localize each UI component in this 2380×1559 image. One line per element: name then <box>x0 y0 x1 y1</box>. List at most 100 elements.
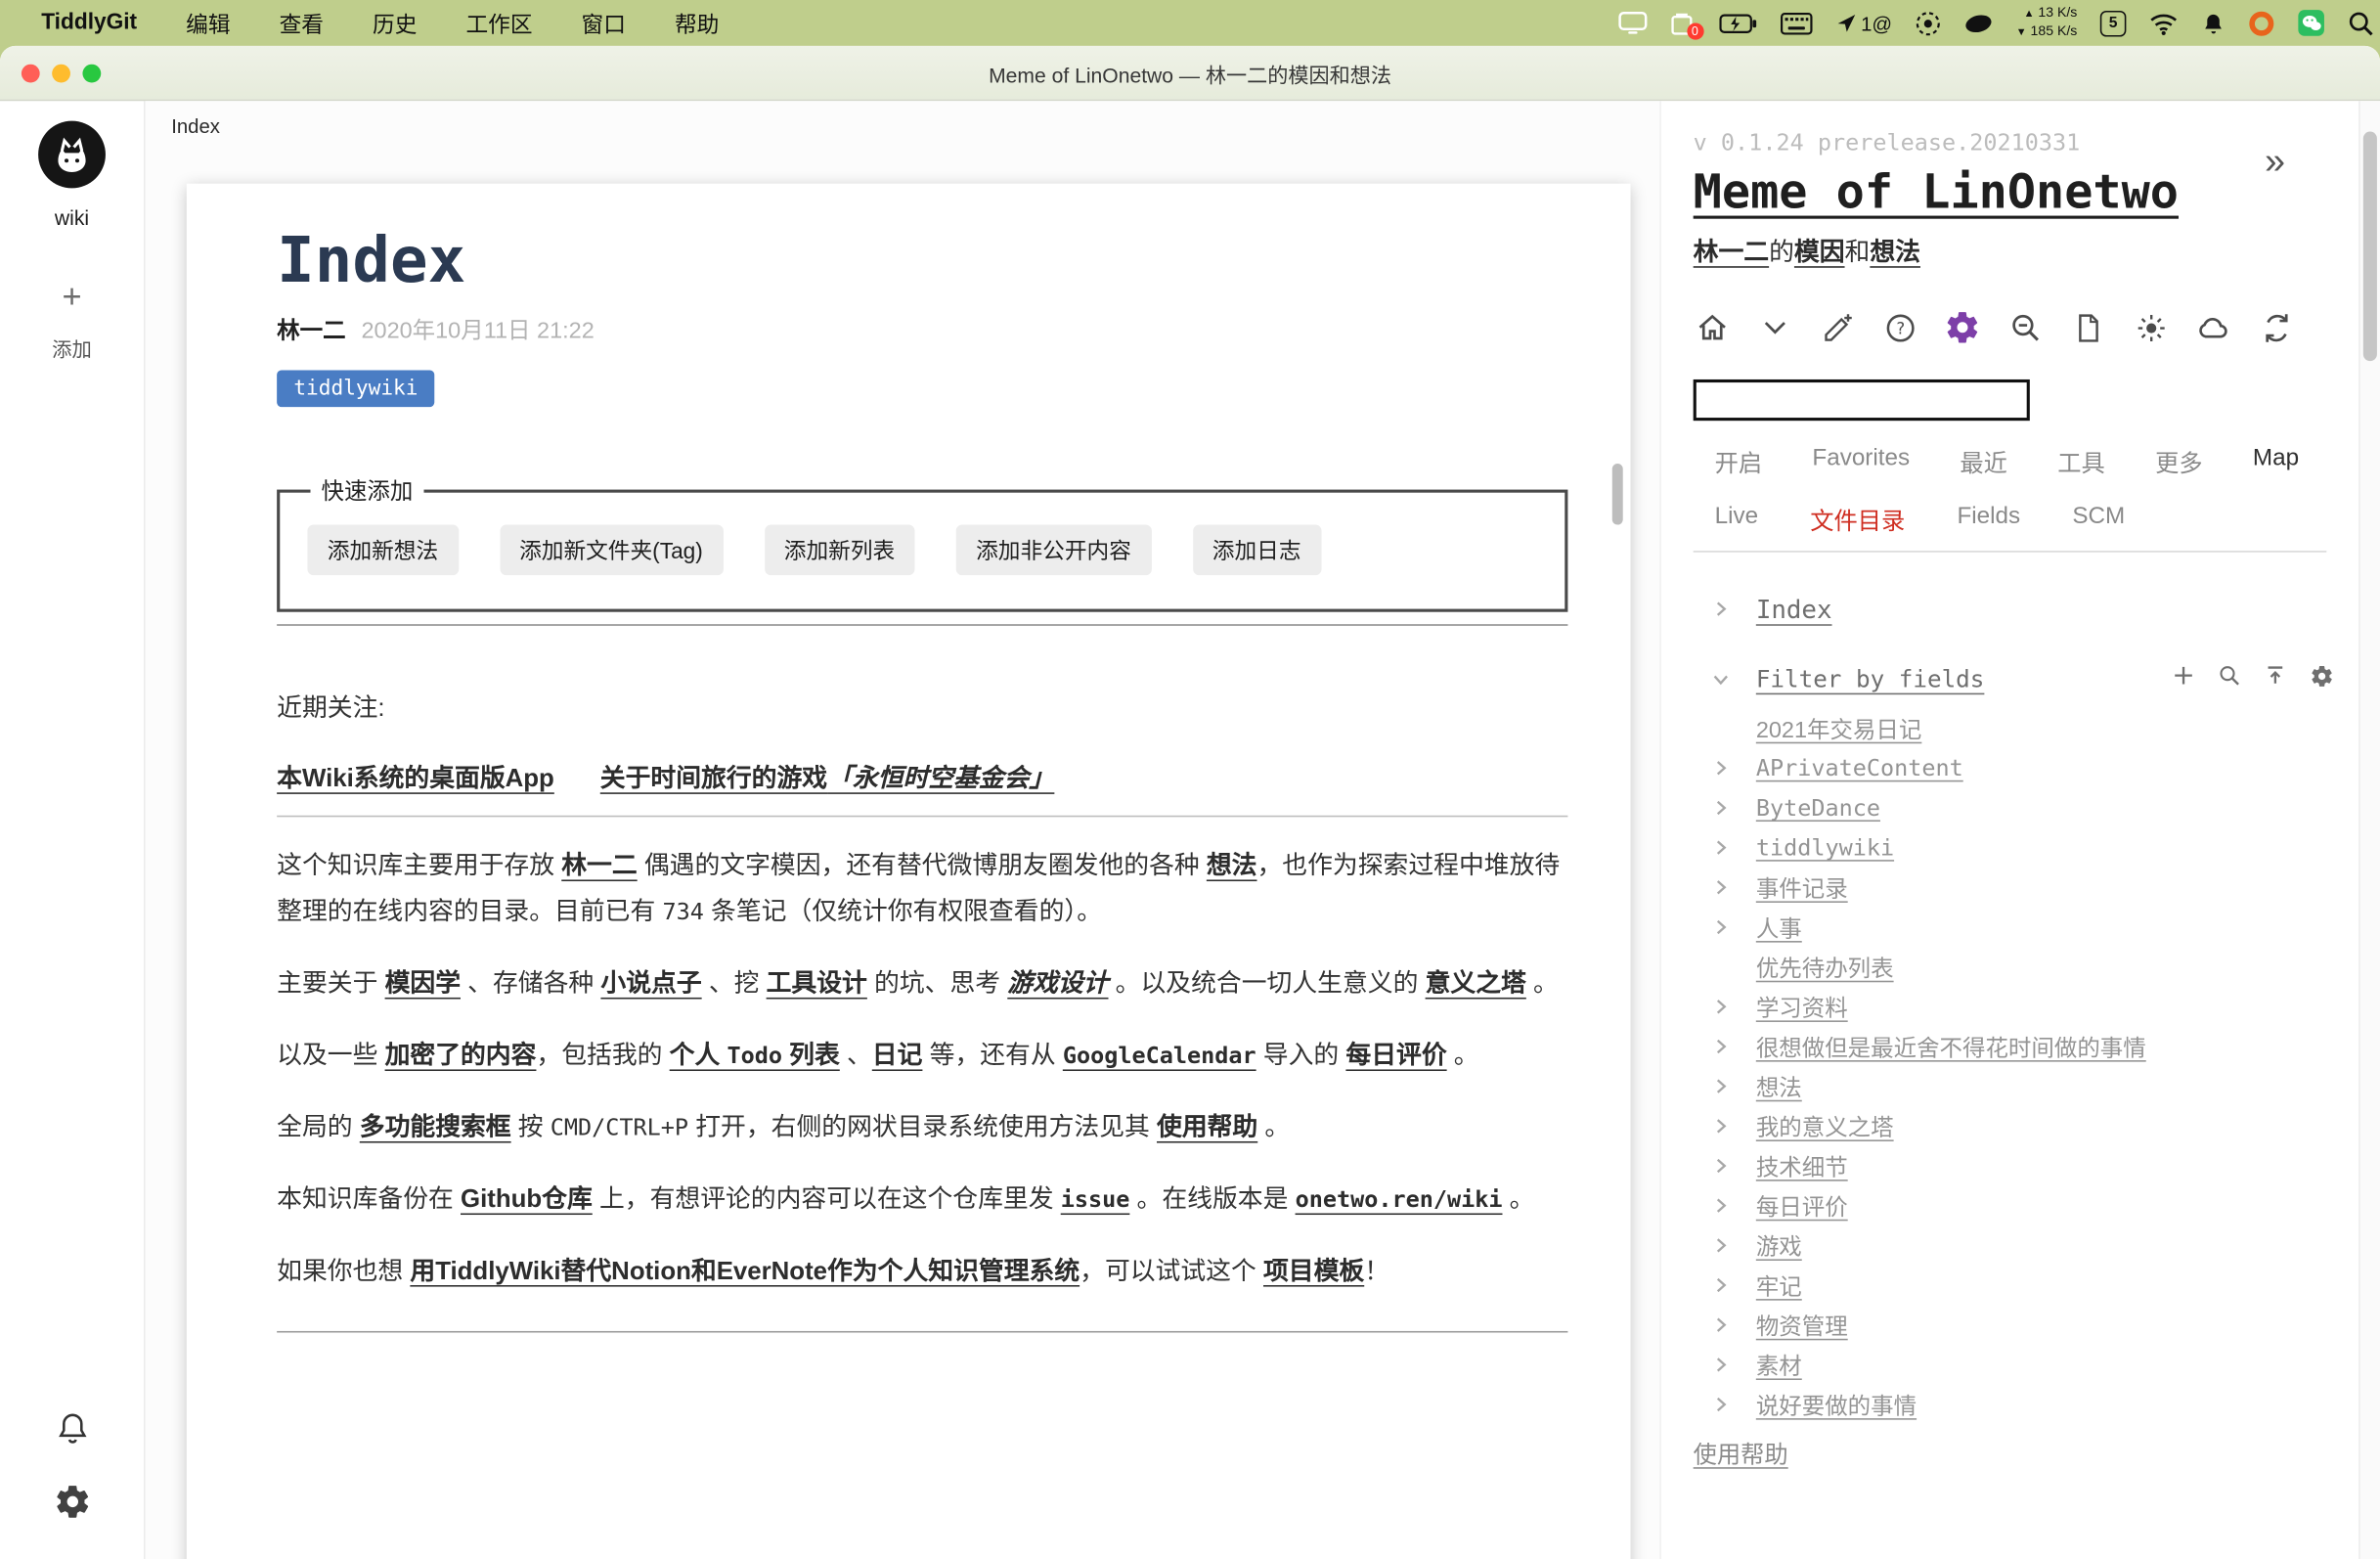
tab-最近[interactable]: 最近 <box>1960 445 2007 478</box>
chevron-right-icon[interactable] <box>1711 600 1730 618</box>
tab-工具[interactable]: 工具 <box>2057 445 2105 478</box>
tree-item[interactable]: 优先待办列表 <box>1694 947 2380 987</box>
document-icon[interactable] <box>2069 309 2106 346</box>
tree-item[interactable]: APrivateContent <box>1694 748 2380 788</box>
text-link[interactable]: 日记 <box>872 1042 923 1069</box>
location-indicator[interactable]: 1@ <box>1835 12 1893 34</box>
text-link[interactable]: 小说点子 <box>600 970 701 998</box>
tree-item-label[interactable]: 想法 <box>1756 1070 1802 1102</box>
story-scrollbar-thumb[interactable] <box>1612 464 1623 525</box>
tab-SCM[interactable]: SCM <box>2072 504 2125 537</box>
tree-item[interactable]: 很想做但是最近舍不得花时间做的事情 <box>1694 1027 2380 1067</box>
tree-row-index[interactable]: Index <box>1694 589 2380 629</box>
gear-icon[interactable] <box>2310 663 2334 695</box>
tree-item-label[interactable]: 我的意义之塔 <box>1756 1110 1894 1142</box>
tree-item[interactable]: 人事 <box>1694 908 2380 948</box>
sync-icon[interactable] <box>2258 309 2295 346</box>
tree-item[interactable]: 2021年交易日记 <box>1694 708 2380 748</box>
tree-item[interactable]: 想法 <box>1694 1066 2380 1106</box>
tree-item[interactable]: 说好要做的事情 <box>1694 1385 2380 1425</box>
text-link[interactable]: 想法 <box>1207 852 1257 879</box>
tree-item-label[interactable]: 2021年交易日记 <box>1756 712 1922 744</box>
scroll-top-icon[interactable] <box>2264 664 2286 694</box>
text-link[interactable]: 关于时间旅行的游戏 <box>600 765 827 792</box>
mouse-icon[interactable] <box>1964 13 1994 32</box>
tag-pill[interactable]: tiddlywiki <box>277 371 435 408</box>
tree-item[interactable]: 牢记 <box>1694 1266 2380 1306</box>
display-icon[interactable] <box>1617 11 1647 35</box>
home-icon[interactable] <box>1694 309 1731 346</box>
menu-app-name[interactable]: TiddlyGit <box>41 11 137 35</box>
tree-item[interactable]: 物资管理 <box>1694 1305 2380 1345</box>
text-link[interactable]: 游戏设计 <box>1007 970 1108 998</box>
text-link[interactable]: 工具设计 <box>767 970 867 998</box>
tree-item-label[interactable]: 每日评价 <box>1756 1189 1848 1222</box>
tree-item-label[interactable]: 优先待办列表 <box>1756 951 1894 983</box>
new-tiddler-icon[interactable] <box>1819 309 1856 346</box>
tab-更多[interactable]: 更多 <box>2155 445 2203 478</box>
chevron-down-icon[interactable] <box>1711 670 1730 689</box>
workspace-avatar[interactable] <box>37 119 108 198</box>
filter-by-fields-label[interactable]: Filter by fields <box>1756 665 1985 692</box>
text-link[interactable]: 项目模板 <box>1263 1258 1364 1285</box>
text-link[interactable]: 每日评价 <box>1345 1042 1446 1069</box>
chevron-right-icon[interactable] <box>1711 998 1730 1016</box>
text-link[interactable]: 模因学 <box>385 970 461 998</box>
window-title-bar[interactable]: Meme of LinOnetwo — 林一二的模因和想法 <box>0 46 2380 101</box>
quick-add-button[interactable]: 添加新想法 <box>307 525 458 576</box>
text-link[interactable]: 林一二 <box>561 852 637 879</box>
help-icon[interactable]: ? <box>1881 309 1918 346</box>
text-link[interactable]: 用TiddlyWiki替代Notion和EverNote作为个人知识管理系统 <box>410 1258 1080 1285</box>
tree-item-label[interactable]: tiddlywiki <box>1756 834 1894 862</box>
plus-icon[interactable] <box>2172 664 2194 694</box>
recent-link[interactable]: 关于时间旅行的游戏「永恒时空基金会」 <box>600 765 1055 792</box>
tree-item[interactable]: 我的意义之塔 <box>1694 1106 2380 1146</box>
notification-bell-icon[interactable] <box>2201 10 2226 36</box>
quick-add-button[interactable]: 添加新文件夹(Tag) <box>500 525 723 576</box>
open-tiddler-tab[interactable]: Index <box>171 114 220 137</box>
text-link[interactable]: 想法 <box>1870 239 1920 266</box>
tree-item-label[interactable]: 牢记 <box>1756 1269 1802 1302</box>
tree-item-label[interactable]: 素材 <box>1756 1349 1802 1381</box>
workspace-label[interactable]: wiki <box>55 206 89 229</box>
text-link[interactable]: issue <box>1061 1185 1130 1213</box>
menubar-menu[interactable]: 窗口 <box>557 13 650 37</box>
text-link[interactable]: 使用帮助 <box>1157 1114 1257 1141</box>
tree-item-label[interactable]: 人事 <box>1756 912 1802 944</box>
theme-sun-icon[interactable] <box>2133 309 2170 346</box>
tree-item-label[interactable]: 游戏 <box>1756 1229 1802 1262</box>
chevron-right-icon[interactable] <box>1711 1038 1730 1056</box>
tree-item[interactable]: 学习资料 <box>1694 987 2380 1027</box>
tree-row-filter[interactable]: Filter by fields <box>1694 659 2380 699</box>
text-link[interactable]: 个人 <box>670 1042 727 1069</box>
add-workspace-label[interactable]: 添加 <box>52 334 92 363</box>
chevron-right-icon[interactable] <box>1711 1315 1730 1334</box>
chevron-right-icon[interactable] <box>1711 1077 1730 1095</box>
text-link[interactable]: 林一二 <box>1694 239 1769 266</box>
menubar-menu[interactable]: 查看 <box>255 13 348 37</box>
chevron-right-icon[interactable] <box>1711 1356 1730 1374</box>
tab-Live[interactable]: Live <box>1715 504 1758 537</box>
help-link[interactable]: 使用帮助 <box>1694 1437 2380 1470</box>
text-link[interactable]: 加密了的内容 <box>385 1042 537 1069</box>
add-workspace-plus-icon[interactable]: + <box>62 282 81 312</box>
text-link[interactable]: 列表 <box>782 1042 840 1069</box>
zoom-out-icon[interactable] <box>2006 309 2044 346</box>
chevron-right-icon[interactable] <box>1711 1117 1730 1136</box>
quick-add-button[interactable]: 添加日志 <box>1192 525 1320 576</box>
tree-item[interactable]: tiddlywiki <box>1694 827 2380 868</box>
notifications-bell-icon[interactable] <box>55 1410 90 1454</box>
tree-item[interactable]: 每日评价 <box>1694 1185 2380 1225</box>
text-link[interactable]: Github仓库 <box>461 1185 593 1213</box>
tree-item-label[interactable]: 很想做但是最近舍不得花时间做的事情 <box>1756 1031 2146 1063</box>
tree-item-label[interactable]: APrivateContent <box>1756 754 1963 781</box>
chevron-right-icon[interactable] <box>1711 838 1730 857</box>
chevron-right-icon[interactable] <box>1711 799 1730 818</box>
text-link[interactable]: 「永恒时空基金会」 <box>827 765 1054 792</box>
tree-item[interactable]: 素材 <box>1694 1345 2380 1385</box>
text-link[interactable]: onetwo.ren/wiki <box>1296 1185 1503 1213</box>
menubar-menu[interactable]: 编辑 <box>161 13 254 37</box>
tree-item[interactable]: ByteDance <box>1694 788 2380 828</box>
menubar-menu[interactable]: 历史 <box>348 13 441 37</box>
tree-item-label[interactable]: 说好要做的事情 <box>1756 1389 1917 1421</box>
